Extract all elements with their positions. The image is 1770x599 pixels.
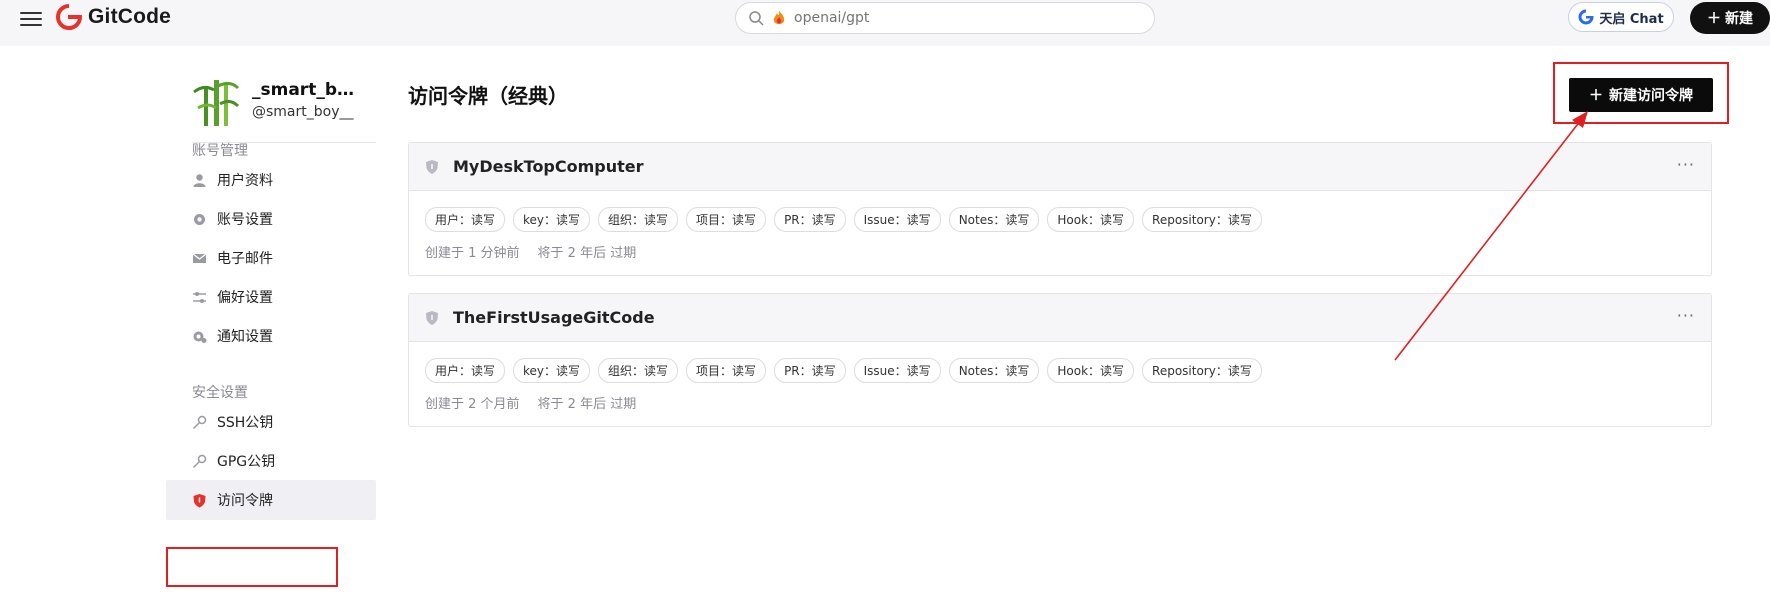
search-input[interactable] [794, 10, 1094, 26]
avatar [192, 78, 240, 126]
token-expires: 将于 2 年后 过期 [537, 246, 637, 261]
sidebar-item-label: SSH公钥 [217, 415, 274, 431]
token-name: TheFirstUsageGitCode [453, 308, 655, 327]
token-card: TheFirstUsageGitCode ··· 用户：读写 key：读写 组织… [408, 293, 1712, 427]
tianqi-chat-button[interactable]: 天启 Chat [1568, 2, 1674, 32]
token-card-header: MyDeskTopComputer ··· [409, 143, 1711, 191]
token-meta: 创建于 2 个月前 将于 2 年后 过期 [409, 383, 1711, 412]
sidebar-item-label: 访问令牌 [217, 493, 273, 509]
user-icon [193, 173, 206, 187]
page-title: 访问令牌（经典） [408, 84, 568, 108]
token-created: 创建于 2 个月前 [425, 397, 520, 412]
token-name: MyDeskTopComputer [453, 157, 644, 176]
account-section-title: 账号管理 [192, 143, 248, 159]
settings-sidebar: _smart_bo… @smart_boy__ 账号管理 用户资料 账号设置 电… [166, 46, 376, 599]
scope-chip: PR：读写 [774, 358, 846, 383]
key-icon [192, 454, 207, 468]
scope-chip: key：读写 [513, 358, 591, 383]
sidebar-item-profile[interactable]: 用户资料 [192, 163, 376, 197]
highlight-box-access-tokens [166, 547, 338, 587]
sidebar-item-label: 通知设置 [217, 329, 273, 345]
token-scopes: 用户：读写 key：读写 组织：读写 项目：读写 PR：读写 Issue：读写 … [409, 342, 1711, 383]
sidebar-item-notifications[interactable]: 通知设置 [192, 319, 376, 353]
scope-chip: Issue：读写 [853, 358, 941, 383]
shield-icon [426, 159, 438, 174]
scope-chip: 用户：读写 [425, 207, 506, 232]
scope-chip: 组织：读写 [598, 358, 679, 383]
token-card: MyDeskTopComputer ··· 用户：读写 key：读写 组织：读写… [408, 142, 1712, 276]
gear-icon [194, 213, 205, 225]
scope-chip: key：读写 [513, 207, 591, 232]
sliders-icon [193, 291, 206, 303]
new-button-label: 新建 [1725, 11, 1753, 27]
gitcode-logo[interactable]: GitCode [56, 4, 171, 30]
chat-button-label: 天启 Chat [1599, 11, 1664, 27]
scope-chip: Hook：读写 [1047, 358, 1135, 383]
sidebar-item-label: 账号设置 [217, 212, 273, 228]
sidebar-item-label: GPG公钥 [217, 454, 276, 470]
sidebar-item-label: 电子邮件 [217, 251, 273, 267]
shield-icon [426, 310, 438, 325]
gitcode-logo-icon [56, 4, 82, 30]
sidebar-item-account[interactable]: 账号设置 [192, 202, 376, 236]
token-meta: 创建于 1 分钟前 将于 2 年后 过期 [409, 232, 1711, 261]
sidebar-item-label: 用户资料 [217, 173, 273, 189]
scope-chip: Issue：读写 [853, 207, 941, 232]
profile-handle: @smart_boy__ [252, 104, 354, 120]
search-icon [749, 11, 764, 26]
more-actions-icon[interactable]: ··· [1677, 306, 1695, 325]
sidebar-item-preferences[interactable]: 偏好设置 [192, 280, 376, 314]
top-bar: GitCode 天启 Chat ＋ 新建 [0, 0, 1770, 46]
profile-name: _smart_bo… [252, 80, 362, 100]
sidebar-item-label: 偏好设置 [217, 290, 273, 306]
profile-card[interactable]: _smart_bo… @smart_boy__ [192, 78, 362, 126]
token-created: 创建于 1 分钟前 [425, 246, 520, 261]
scope-chip: PR：读写 [774, 207, 846, 232]
scope-chip: 项目：读写 [686, 207, 767, 232]
plus-icon: ＋ [1707, 11, 1721, 27]
profile-text: _smart_bo… @smart_boy__ [252, 78, 362, 126]
scope-chip: Notes：读写 [948, 358, 1040, 383]
chat-logo-icon [1578, 9, 1595, 25]
token-scopes: 用户：读写 key：读写 组织：读写 项目：读写 PR：读写 Issue：读写 … [409, 191, 1711, 232]
scope-chip: Notes：读写 [948, 207, 1040, 232]
scope-chip: 组织：读写 [598, 207, 679, 232]
new-button[interactable]: ＋ 新建 [1690, 2, 1770, 34]
mail-icon [192, 253, 207, 263]
more-actions-icon[interactable]: ··· [1677, 155, 1695, 174]
sidebar-item-email[interactable]: 电子邮件 [192, 241, 376, 275]
token-card-header: TheFirstUsageGitCode ··· [409, 294, 1711, 342]
scope-chip: Repository：读写 [1142, 358, 1262, 383]
token-expires: 将于 2 年后 过期 [537, 397, 637, 412]
notification-gear-icon [193, 331, 207, 343]
highlight-box-create-button [1553, 62, 1729, 124]
scope-chip: Repository：读写 [1142, 207, 1262, 232]
sidebar-item-access-tokens[interactable]: 访问令牌 [166, 480, 376, 520]
scope-chip: 项目：读写 [686, 358, 767, 383]
security-section-title: 安全设置 [192, 385, 248, 401]
key-icon [192, 415, 207, 429]
sidebar-item-ssh-keys[interactable]: SSH公钥 [192, 405, 376, 439]
scope-chip: Hook：读写 [1047, 207, 1135, 232]
shield-icon [193, 493, 206, 507]
flame-icon [773, 10, 785, 24]
sidebar-item-gpg-keys[interactable]: GPG公钥 [192, 444, 376, 478]
scope-chip: 用户：读写 [425, 358, 506, 383]
search-bar[interactable] [735, 2, 1155, 34]
logo-text: GitCode [88, 5, 172, 28]
menu-icon[interactable] [20, 8, 42, 30]
